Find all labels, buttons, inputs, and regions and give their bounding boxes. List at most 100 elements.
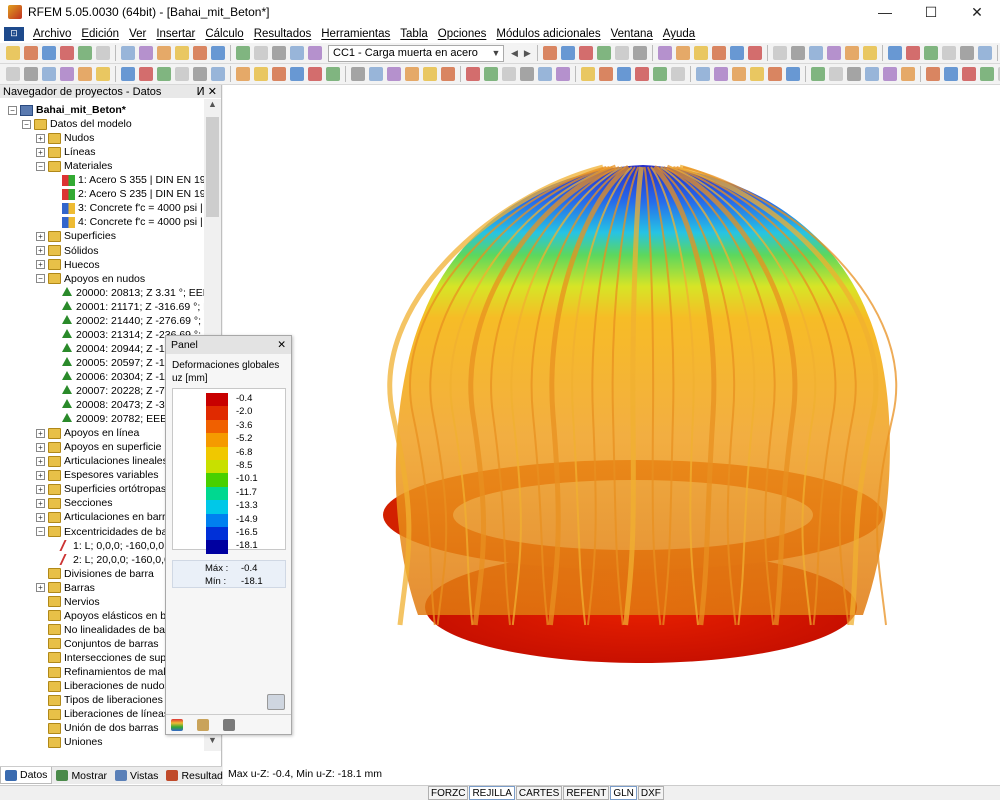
toolbar-tool-icon[interactable] — [596, 46, 611, 60]
maximize-button[interactable]: ☐ — [908, 0, 954, 24]
toolbar-tool-icon[interactable] — [926, 67, 940, 81]
toolbar-tool-icon[interactable] — [466, 67, 480, 81]
snap-toggle-dxf[interactable]: DXF — [637, 786, 664, 800]
toolbar-tool-icon[interactable] — [193, 67, 207, 81]
expand-toggle-icon[interactable]: + — [36, 498, 45, 508]
tree-item[interactable]: + Articulaciones en barras — [36, 510, 177, 524]
toolbar-tool-icon[interactable] — [236, 46, 250, 60]
next-loadcase-icon[interactable]: ▶ — [524, 48, 531, 59]
expand-toggle-icon[interactable]: − — [36, 274, 45, 284]
expand-toggle-icon[interactable]: + — [36, 231, 45, 241]
snap-toggle-rejilla[interactable]: REJILLA — [469, 786, 515, 800]
minimize-button[interactable]: — — [862, 0, 908, 24]
toolbar-tool-icon[interactable] — [369, 67, 383, 81]
expand-toggle-icon[interactable]: − — [36, 527, 45, 536]
toolbar-tool-icon[interactable] — [786, 67, 800, 81]
expand-toggle-icon[interactable]: + — [36, 512, 45, 522]
tree-item[interactable]: + Apoyos en superficie — [36, 440, 161, 454]
tree-item[interactable]: + Superficies — [36, 229, 116, 243]
tree-item[interactable]: − Materiales — [36, 159, 112, 173]
scroll-down-icon[interactable]: ▼ — [204, 735, 221, 751]
scroll-up-icon[interactable]: ▲ — [204, 99, 221, 115]
expand-toggle-icon[interactable]: + — [36, 428, 45, 438]
toolbar-tool-icon[interactable] — [157, 67, 171, 81]
toolbar-tool-icon[interactable] — [175, 46, 189, 60]
toolbar-tool-icon[interactable] — [42, 46, 56, 60]
menu-item-6[interactable]: Herramientas — [316, 28, 395, 40]
tree-item[interactable]: No linealidades de barra — [36, 623, 178, 637]
tree-item[interactable]: 2: L; 20,0,0; -160,0,0 — [50, 553, 170, 567]
toolbar-tool-icon[interactable] — [923, 46, 938, 60]
toolbar-tool-icon[interactable] — [944, 67, 958, 81]
toolbar-tool-icon[interactable] — [962, 67, 976, 81]
expand-toggle-icon[interactable]: + — [36, 442, 45, 452]
tree-item[interactable]: − Apoyos en nudos — [36, 272, 145, 286]
menu-item-11[interactable]: Ayuda — [658, 28, 700, 40]
toolbar-tool-icon[interactable] — [308, 67, 322, 81]
tree-item[interactable]: 4: Concrete f'c = 4000 psi | AC — [50, 215, 204, 229]
toolbar-tool-icon[interactable] — [599, 67, 613, 81]
expand-toggle-icon[interactable]: + — [36, 470, 45, 480]
tree-item[interactable]: + Espesores variables — [36, 468, 159, 482]
tree-item[interactable]: + Secciones — [36, 496, 112, 510]
toolbar-tool-icon[interactable] — [254, 67, 268, 81]
toolbar-tool-icon[interactable] — [290, 67, 304, 81]
toolbar-tool-icon[interactable] — [96, 67, 110, 81]
toolbar-tool-icon[interactable] — [157, 46, 171, 60]
navigator-tab-0[interactable]: Datos — [0, 767, 53, 784]
close-button[interactable]: ✕ — [954, 0, 1000, 24]
tree-item[interactable]: + Sólidos — [36, 244, 98, 258]
factor-icon[interactable] — [197, 718, 209, 731]
toolbar-tool-icon[interactable] — [272, 46, 286, 60]
toolbar-tool-icon[interactable] — [502, 67, 516, 81]
expand-toggle-icon[interactable]: − — [36, 161, 45, 171]
tree-item[interactable]: − Bahai_mit_Beton* — [8, 103, 126, 117]
toolbar-tool-icon[interactable] — [351, 67, 365, 81]
toolbar-tool-icon[interactable] — [538, 67, 552, 81]
tree-item[interactable]: Apoyos elásticos en bar — [36, 609, 175, 623]
tree-item[interactable]: + Nudos — [36, 131, 94, 145]
toolbar-tool-icon[interactable] — [121, 67, 135, 81]
zoom-search-icon[interactable] — [267, 694, 285, 710]
toolbar-tool-icon[interactable] — [829, 67, 843, 81]
expand-toggle-icon[interactable]: + — [36, 147, 45, 157]
toolbar-tool-icon[interactable] — [211, 46, 225, 60]
toolbar-tool-icon[interactable] — [578, 46, 593, 60]
toolbar-tool-icon[interactable] — [635, 67, 649, 81]
expand-toggle-icon[interactable]: + — [36, 484, 45, 494]
tree-item[interactable]: − Datos del modelo — [22, 117, 132, 131]
menu-item-10[interactable]: Ventana — [606, 28, 658, 40]
toolbar-tool-icon[interactable] — [121, 46, 135, 60]
toolbar-tool-icon[interactable] — [96, 46, 110, 60]
menu-item-0[interactable]: Archivo — [28, 28, 76, 40]
toolbar-tool-icon[interactable] — [811, 67, 825, 81]
loadcase-select[interactable]: CC1 - Carga muerta en acero ▼ — [328, 44, 504, 62]
toolbar-tool-icon[interactable] — [901, 67, 915, 81]
tree-item[interactable]: Liberaciones de líneas — [36, 707, 169, 721]
tree-item[interactable]: 20002: 21440; Z -276.69 °; EEE — [50, 314, 204, 328]
tree-item[interactable]: + Superficies ortótropas y — [36, 482, 174, 496]
toolbar-tool-icon[interactable] — [423, 67, 437, 81]
tree-item[interactable]: 20001: 21171; Z -316.69 °; EEE — [50, 300, 204, 314]
expand-toggle-icon[interactable]: + — [36, 583, 45, 593]
toolbar-tool-icon[interactable] — [254, 46, 268, 60]
toolbar-tool-icon[interactable] — [696, 67, 710, 81]
expand-toggle-icon[interactable]: + — [36, 246, 45, 255]
toolbar-tool-icon[interactable] — [484, 67, 498, 81]
toolbar-tool-icon[interactable] — [675, 46, 690, 60]
toolbar-tool-icon[interactable] — [614, 46, 629, 60]
toolbar-tool-icon[interactable] — [24, 46, 38, 60]
expand-toggle-icon[interactable]: + — [36, 133, 45, 143]
toolbar-tool-icon[interactable] — [441, 67, 455, 81]
toolbar-tool-icon[interactable] — [326, 67, 340, 81]
toolbar-tool-icon[interactable] — [139, 67, 153, 81]
toolbar-tool-icon[interactable] — [556, 67, 570, 81]
toolbar-tool-icon[interactable] — [542, 46, 557, 60]
toolbar-tool-icon[interactable] — [941, 46, 956, 60]
tree-item[interactable]: + Barras — [36, 581, 95, 595]
toolbar-tool-icon[interactable] — [732, 67, 746, 81]
tree-item[interactable]: 20000: 20813; Z 3.31 °; EEE NN — [50, 286, 204, 300]
toolbar-tool-icon[interactable] — [6, 46, 20, 60]
toolbar-tool-icon[interactable] — [747, 46, 762, 60]
menu-item-2[interactable]: Ver — [124, 28, 151, 40]
